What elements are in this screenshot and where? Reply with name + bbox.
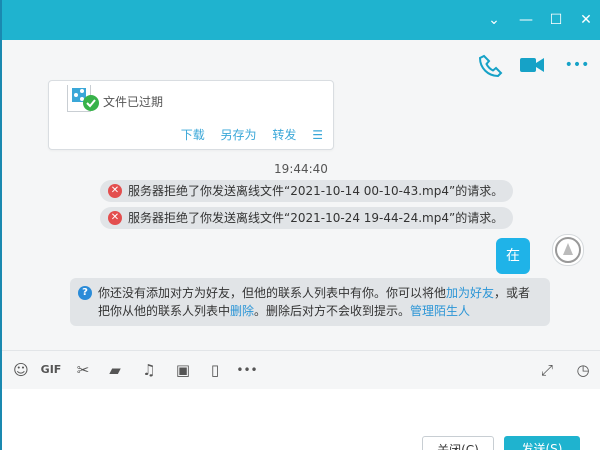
error-notice-text: 服务器拒绝了你发送离线文件“2021-10-14 00-10-43.mp4”的请…: [128, 184, 504, 198]
input-toolbar: ☺ GIF ✂ ▰ ♫ ▣ ▯ ••• ⤢ ◷: [2, 350, 600, 389]
expand-icon[interactable]: ⤢: [536, 359, 558, 381]
info-text: 你还没有添加对方为好友，但他的联系人列表中有你。你可以将他: [98, 286, 447, 300]
chat-messages: 文件已过期 下载 另存为 转发 ☰ 19:44:40 ✕ 服务器拒绝了你发送离线…: [2, 78, 600, 340]
my-message-bubble: 在: [496, 238, 530, 274]
dropdown-icon[interactable]: ⌄: [484, 10, 504, 30]
image-icon[interactable]: ▣: [172, 359, 194, 381]
save-as-link[interactable]: 另存为: [221, 128, 257, 142]
scissors-icon[interactable]: ✂: [72, 359, 94, 381]
file-status: 文件已过期: [103, 95, 164, 109]
folder-icon[interactable]: ▰: [104, 359, 126, 381]
message-time: 19:44:40: [274, 162, 328, 176]
info-text: 。删除后对方不会收到提示。: [254, 304, 411, 318]
gif-icon[interactable]: GIF: [40, 359, 62, 381]
error-notice: ✕ 服务器拒绝了你发送离线文件“2021-10-14 00-10-43.mp4”…: [100, 180, 514, 202]
title-bar: ⌄ — ☐ ✕: [2, 0, 600, 40]
forward-link[interactable]: 转发: [272, 128, 296, 142]
more-tools-icon[interactable]: •••: [236, 359, 258, 381]
phone-icon[interactable]: [478, 52, 504, 78]
error-notice: ✕ 服务器拒绝了你发送离线文件“2021-10-24 19-44-24.mp4”…: [100, 207, 514, 229]
more-icon[interactable]: •••: [562, 52, 592, 78]
history-icon[interactable]: ◷: [572, 359, 594, 381]
chat-window: ⌄ — ☐ ✕ ••• 文件已过期 下载 另存为 转发 ☰ 19:44:40 ✕…: [2, 0, 600, 450]
music-icon[interactable]: ♫: [138, 359, 160, 381]
error-icon: ✕: [108, 211, 122, 225]
minimize-icon[interactable]: —: [516, 10, 536, 30]
error-icon: ✕: [108, 184, 122, 198]
manage-strangers-link[interactable]: 管理陌生人: [410, 304, 470, 318]
shake-icon[interactable]: ▯: [204, 359, 226, 381]
file-actions: 下载 另存为 转发 ☰: [169, 126, 323, 143]
send-button[interactable]: 发送(S): [504, 436, 580, 450]
maximize-icon[interactable]: ☐: [546, 10, 566, 30]
question-icon: ?: [78, 286, 92, 300]
download-link[interactable]: 下载: [181, 128, 205, 142]
error-notice-text: 服务器拒绝了你发送离线文件“2021-10-24 19-44-24.mp4”的请…: [128, 211, 504, 225]
video-icon[interactable]: [518, 52, 544, 78]
emoji-icon[interactable]: ☺: [10, 359, 32, 381]
file-card: 文件已过期 下载 另存为 转发 ☰: [48, 80, 334, 150]
avatar[interactable]: [552, 234, 584, 266]
check-icon: [83, 95, 99, 111]
delete-link[interactable]: 删除: [230, 304, 254, 318]
menu-icon[interactable]: ☰: [312, 128, 323, 142]
friend-info-notice: ? 你还没有添加对方为好友，但他的联系人列表中有你。你可以将他加为好友，或者把你…: [70, 278, 550, 326]
add-friend-link[interactable]: 加为好友: [446, 286, 494, 300]
close-icon[interactable]: ✕: [576, 10, 596, 30]
close-button[interactable]: 关闭(C): [422, 436, 494, 450]
